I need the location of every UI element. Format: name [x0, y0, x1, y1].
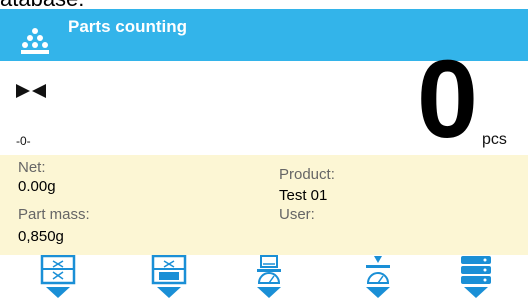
database-button[interactable]: [456, 255, 496, 300]
weigh-sample-button[interactable]: [249, 255, 289, 300]
product-value: Test 01: [279, 187, 328, 204]
net-value: 0.00g: [18, 178, 56, 195]
weighing-display: -0- 0 pcs: [0, 45, 528, 155]
user-label: User:: [279, 206, 315, 223]
unit-label: pcs: [482, 131, 507, 148]
net-label: Net:: [18, 159, 46, 176]
stable-indicator-icon: [16, 84, 46, 98]
set-part-mass-icon: [151, 255, 187, 298]
info-panel: Net: 0.00g Part mass: 0,850g Product: Te…: [0, 155, 528, 255]
tare-sample-icon: [366, 256, 390, 298]
set-part-mass-button[interactable]: [149, 255, 189, 300]
part-mass-value: 0,850g: [18, 228, 64, 245]
parts-counting-icon: [21, 28, 49, 54]
set-reference-mass-button[interactable]: [38, 255, 78, 300]
partial-top-text: atabase:: [0, 0, 84, 9]
main-reading: 0: [416, 38, 478, 161]
function-toolbar: [0, 255, 528, 300]
tare-sample-button[interactable]: [358, 255, 398, 300]
page-title: Parts counting: [68, 17, 188, 36]
part-mass-label: Part mass:: [18, 206, 90, 223]
zero-indicator: -0-: [16, 134, 31, 148]
database-icon: [461, 256, 491, 298]
product-label: Product:: [279, 166, 335, 183]
top-strip: atabase:: [0, 0, 528, 9]
set-reference-mass-icon: [40, 255, 76, 298]
weigh-sample-icon: [257, 255, 281, 298]
